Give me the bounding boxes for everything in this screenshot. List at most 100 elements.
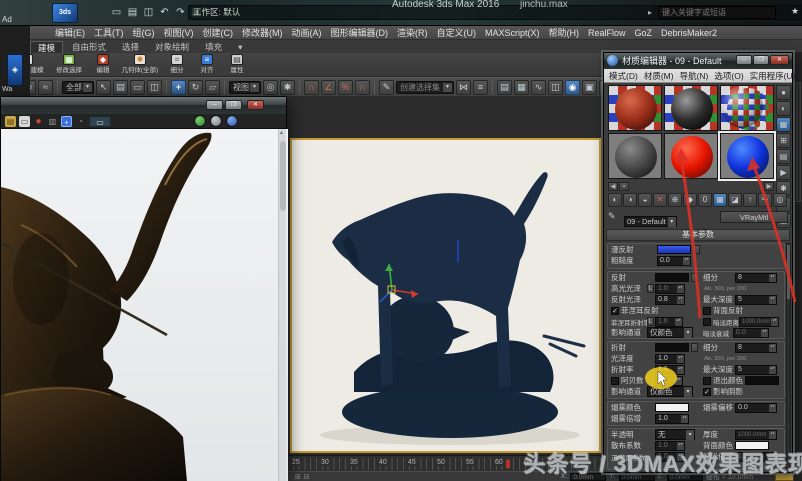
infocenter-arrow-icon[interactable]: ▸ xyxy=(648,8,652,17)
snap-toggle-3d-icon[interactable]: ∩ xyxy=(304,79,319,95)
menu-animation[interactable]: 动画(A) xyxy=(292,26,322,39)
maximize-icon[interactable]: ❐ xyxy=(225,100,242,110)
slot-scroll-thumb[interactable]: ▪ xyxy=(619,182,629,191)
cascade-icon[interactable]: ▥ xyxy=(47,116,58,127)
ribbon-button-edit[interactable]: ◆ 编辑 xyxy=(90,54,116,75)
open-image-icon[interactable]: ▤ xyxy=(5,115,16,127)
sample-slot-4[interactable] xyxy=(608,133,662,179)
back-reflect-checkbox[interactable] xyxy=(703,306,711,315)
material-type-button[interactable]: VRayMtl xyxy=(720,211,788,223)
menu-maxscript[interactable]: MAXScript(X) xyxy=(485,28,540,38)
material-name-dropdown[interactable]: 09 - Default xyxy=(624,216,677,227)
curve-editor-icon[interactable]: ∿ xyxy=(531,79,546,95)
reflect-map-button[interactable] xyxy=(691,273,698,282)
roughness-field[interactable]: 0.0 xyxy=(657,255,691,266)
ribbon-button-align[interactable]: ≡ 对齐 xyxy=(194,54,220,75)
graphite-ribbon-toggle-icon[interactable]: ▦ xyxy=(514,79,529,95)
sample-slot-5-red-material[interactable] xyxy=(664,133,718,179)
menu-modifiers[interactable]: 修改器(M) xyxy=(242,26,283,39)
ribbon-button-geometry-all[interactable]: ✱ 几何体(全部) xyxy=(120,54,160,75)
select-by-name-icon[interactable]: ▤ xyxy=(113,79,128,95)
redo-icon[interactable]: ↷ xyxy=(174,6,187,19)
refract-affect-channels-dropdown[interactable]: 仅颜色 xyxy=(647,386,693,397)
fresnel-ior-lock-button[interactable]: L xyxy=(647,317,654,326)
diffuse-map-button[interactable] xyxy=(693,245,700,254)
slot-scroll-right-icon[interactable]: ▶ xyxy=(764,182,774,191)
ribbon-tab-selection[interactable]: 选择 xyxy=(115,41,146,53)
pick-material-eyedropper-icon[interactable]: ✎ xyxy=(608,211,620,223)
refract-gloss-field[interactable]: 1.0 xyxy=(655,353,685,364)
reflect-gloss-field[interactable]: 0.8 xyxy=(655,294,685,305)
basic-parameters-rollout[interactable]: 基本参数 xyxy=(606,229,790,241)
assign-to-selection-icon[interactable]: ◒ xyxy=(638,193,652,207)
show-end-result-icon[interactable]: ◪ xyxy=(728,193,742,207)
use-pivot-center-icon[interactable]: ◎ xyxy=(263,79,278,95)
me-menu-navigation[interactable]: 导航(N) xyxy=(680,70,709,82)
layer-manager-icon[interactable]: ▤ xyxy=(497,79,512,95)
search-input[interactable] xyxy=(658,6,776,19)
me-menu-material[interactable]: 材质(M) xyxy=(644,70,674,82)
material-editor-window[interactable]: 材质编辑器 - 09 - Default ─ ❐ ✕ 模式(D) 材质(M) 导… xyxy=(603,52,795,473)
abbe-checkbox[interactable] xyxy=(611,376,619,385)
material-id-channel-icon[interactable]: 0 xyxy=(698,193,712,207)
dim-distance-field[interactable]: 1000.0mm xyxy=(739,316,779,327)
zoom-tool-icon-active[interactable]: + xyxy=(61,115,72,127)
menu-rendering[interactable]: 渲染(R) xyxy=(397,26,428,39)
video-color-check-icon[interactable]: ▤ xyxy=(776,149,791,164)
timebar-key[interactable] xyxy=(506,460,510,468)
rotate-view-icon[interactable]: ◔ xyxy=(75,116,86,127)
exit-color-swatch[interactable] xyxy=(745,376,779,385)
save-icon[interactable]: ◫ xyxy=(142,6,155,19)
make-unique-icon[interactable]: ⊕ xyxy=(668,193,682,207)
favorites-star-icon[interactable]: ★ xyxy=(791,6,799,17)
minimize-icon[interactable]: ─ xyxy=(206,100,223,110)
sample-slot-2[interactable] xyxy=(664,85,718,131)
fit-window-button[interactable]: ▭ xyxy=(89,115,111,127)
sample-slot-6-blue-material-active[interactable] xyxy=(718,131,776,181)
ribbon-button-subdivide[interactable]: ⌗ 细分 xyxy=(164,54,190,75)
bind-to-space-warp-icon[interactable]: ≈ xyxy=(38,79,53,95)
select-and-rotate-icon[interactable]: ↻ xyxy=(188,79,203,95)
minimize-icon[interactable]: ─ xyxy=(736,55,752,65)
abbe-field[interactable]: 50.0 xyxy=(655,375,683,386)
ribbon-tab-freeform[interactable]: 自由形式 xyxy=(65,41,113,53)
thickness-field[interactable]: 1000.0mm xyxy=(735,429,777,440)
sample-slot-1[interactable] xyxy=(608,85,662,131)
named-selection-sets-field[interactable]: 创建选择集 xyxy=(396,80,454,94)
hilight-gloss-field[interactable]: 1.0 xyxy=(655,283,685,294)
material-editor-icon[interactable]: ◉ xyxy=(565,79,580,95)
spinner-snap-icon[interactable]: ∩ xyxy=(355,79,370,95)
save-image-icon[interactable]: ▭ xyxy=(19,115,30,127)
me-menu-modes[interactable]: 模式(D) xyxy=(609,70,638,82)
sample-slot-3[interactable] xyxy=(720,85,774,131)
reset-map-icon[interactable]: ✕ xyxy=(653,193,667,207)
backlight-icon[interactable]: ◐ xyxy=(776,101,791,116)
fog-mult-field[interactable]: 1.0 xyxy=(655,413,689,424)
undo-icon[interactable]: ↶ xyxy=(158,6,171,19)
menu-tools[interactable]: 工具(T) xyxy=(94,26,124,39)
render-setup-icon[interactable]: ▣ xyxy=(582,79,597,95)
image-viewer-titlebar[interactable]: ─ ❐ ✕ xyxy=(1,97,286,114)
menu-goz[interactable]: GoZ xyxy=(635,28,653,38)
fog-bias-field[interactable]: 0.0 xyxy=(735,402,777,413)
mirror-icon[interactable]: ⋈ xyxy=(456,79,471,95)
menu-views[interactable]: 视图(V) xyxy=(164,26,194,39)
fresnel-checkbox[interactable]: ✓ xyxy=(611,306,619,315)
menu-edit[interactable]: 编辑(E) xyxy=(55,26,85,39)
ribbon-tab-modeling[interactable]: 建模 xyxy=(30,41,64,53)
reference-coordinate-dropdown[interactable]: 视图 xyxy=(229,80,261,94)
perspective-viewport[interactable] xyxy=(290,138,601,453)
select-and-move-icon[interactable]: + xyxy=(171,79,186,95)
ribbon-minimize-icon[interactable]: ▾ xyxy=(231,41,249,53)
reflect-subdivs-field[interactable]: 8 xyxy=(735,272,777,283)
hilight-lock-button[interactable]: L xyxy=(647,284,654,293)
maximize-icon[interactable]: ❐ xyxy=(753,55,769,65)
rectangular-selection-icon[interactable]: ▭ xyxy=(130,79,145,95)
ribbon-tab-object-paint[interactable]: 对象绘制 xyxy=(148,41,196,53)
me-menu-options[interactable]: 选项(O) xyxy=(714,70,743,82)
window-crossing-icon[interactable]: ◫ xyxy=(147,79,162,95)
isolate-icon[interactable]: ⊞ xyxy=(295,473,301,481)
select-and-manipulate-icon[interactable]: ✱ xyxy=(280,79,295,95)
new-file-icon[interactable]: ▭ xyxy=(110,6,123,19)
menu-create[interactable]: 创建(C) xyxy=(203,26,234,39)
